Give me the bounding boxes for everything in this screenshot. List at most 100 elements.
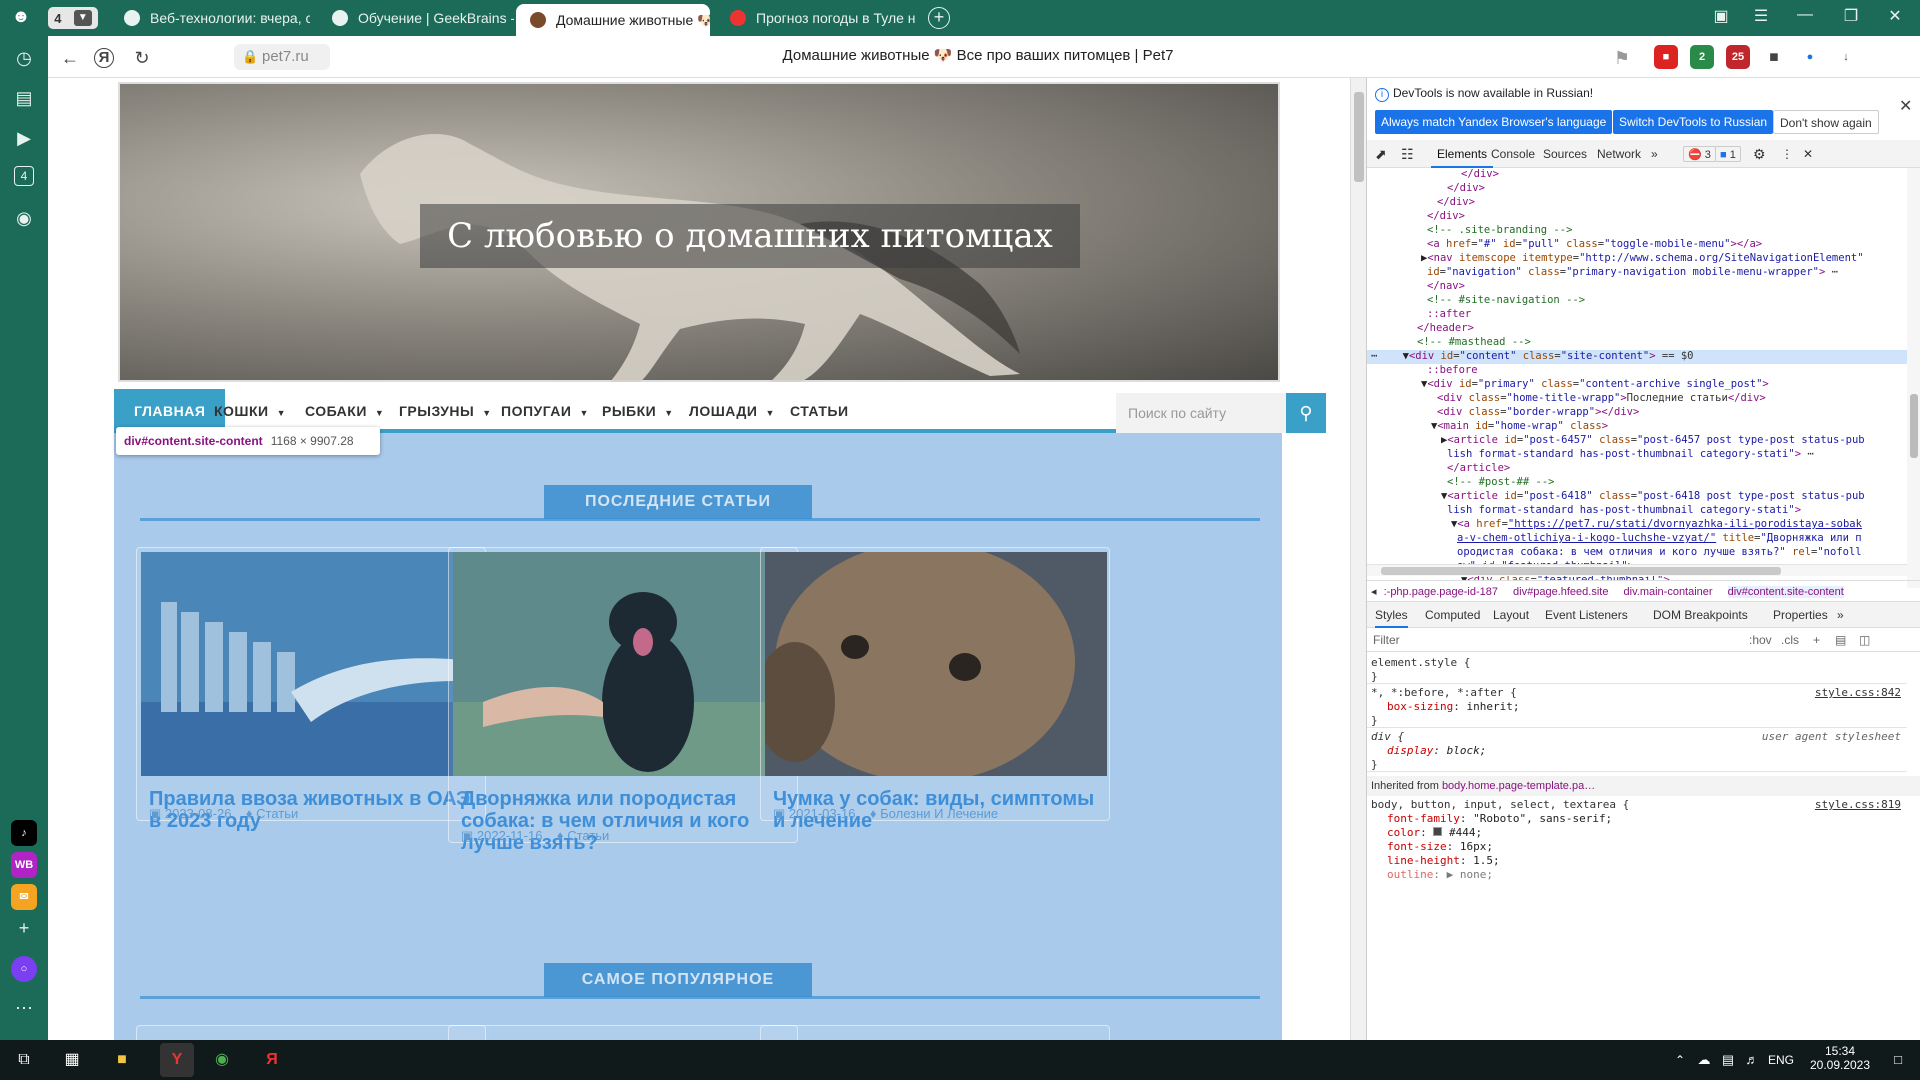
chrome-icon[interactable]: ◉ [210, 1048, 234, 1072]
breadcrumb-item[interactable]: div.main-container [1624, 586, 1713, 598]
tab-properties[interactable]: Properties [1773, 602, 1828, 628]
menu-item-parrots[interactable]: ПОПУГАИ ▼ [501, 389, 589, 433]
scrollbar-thumb[interactable] [1381, 567, 1781, 575]
close-icon[interactable]: ✕ [1899, 96, 1912, 116]
tab-geekbrains[interactable]: Обучение | GeekBrains - о [318, 4, 514, 32]
article-title[interactable]: Дворняжка или породистая собака: в чем о… [461, 788, 791, 854]
sync-icon[interactable]: ● [1798, 45, 1822, 69]
settings-icon[interactable]: ⚙ [1753, 140, 1766, 168]
mail-icon[interactable]: ✉ [11, 884, 37, 910]
alice-icon[interactable]: ○ [11, 956, 37, 982]
tiktok-icon[interactable]: ♪ [11, 820, 37, 846]
menu-item-fish[interactable]: РЫБКИ ▼ [602, 389, 674, 433]
onedrive-icon[interactable]: ☁ [1692, 1048, 1716, 1072]
language-indicator[interactable]: ENG [1768, 1053, 1794, 1067]
more-icon[interactable]: ⋯ [12, 996, 36, 1020]
elements-hscrollbar[interactable] [1367, 564, 1907, 576]
add-rule-icon[interactable]: + [1813, 628, 1820, 652]
hov-toggle[interactable]: :hov [1749, 628, 1772, 652]
bookmark-icon[interactable]: ⚑ [1610, 46, 1634, 70]
scrollbar-thumb[interactable] [1910, 394, 1918, 458]
tab-styles[interactable]: Styles [1375, 602, 1408, 628]
tab-web-tech[interactable]: Веб-технологии: вчера, се [110, 4, 310, 32]
tab-sources[interactable]: Sources [1543, 140, 1587, 168]
switch-russian-button[interactable]: Switch DevTools to Russian [1613, 110, 1774, 134]
yandex-browser-icon[interactable]: Y [160, 1043, 194, 1077]
reload-icon[interactable]: ↻ [130, 46, 154, 70]
new-tab-button[interactable]: + [928, 7, 950, 29]
chevron-left-icon[interactable]: ◂ [1371, 586, 1377, 598]
tab-console[interactable]: Console [1491, 140, 1535, 168]
site-search-input[interactable]: Поиск по сайту [1116, 393, 1286, 433]
tab-network[interactable]: Network [1597, 140, 1641, 168]
kebab-icon[interactable]: ⋮ [1781, 140, 1793, 168]
article-card[interactable]: Правила ввоза животных в ОАЭ в 2023 году… [136, 547, 486, 832]
popular-card[interactable] [448, 1025, 798, 1040]
adblock-icon[interactable]: ■ [1654, 45, 1678, 69]
inherited-element[interactable]: body.home.page-template.pa… [1442, 780, 1595, 792]
menu-item-horses[interactable]: ЛОШАДИ ▼ [689, 389, 775, 433]
rule-source[interactable]: style.css:842 [1815, 686, 1901, 700]
device-toolbar-icon[interactable]: ☷ [1401, 140, 1414, 168]
tray-up-icon[interactable]: ⌃ [1668, 1048, 1692, 1072]
notifications-icon[interactable]: □ [1886, 1048, 1910, 1072]
article-category[interactable]: Статьи [256, 806, 298, 821]
tab-weather[interactable]: Прогноз погоды в Туле на [716, 4, 916, 32]
add-icon[interactable]: + [12, 916, 36, 940]
profile-icon[interactable]: ☻ [8, 6, 34, 30]
search-button[interactable]: ⚲ [1286, 393, 1326, 433]
elements-scrollbar[interactable] [1907, 168, 1920, 588]
cls-toggle[interactable]: .cls [1781, 628, 1799, 652]
tab-layout[interactable]: Layout [1493, 602, 1529, 628]
back-icon[interactable]: ← [58, 46, 82, 70]
scrollbar-thumb[interactable] [1354, 92, 1364, 182]
more-tabs-icon[interactable]: » [1837, 602, 1844, 628]
task-view-icon[interactable]: ▦ [60, 1048, 84, 1072]
page-scrollbar[interactable] [1350, 78, 1366, 1040]
tab-elements[interactable]: Elements [1431, 140, 1494, 168]
styles-filter[interactable]: Filter :hov .cls + ▤ ◫ [1367, 628, 1920, 652]
windows-start-icon[interactable]: ⧉ [12, 1048, 36, 1072]
tabs-count-icon[interactable]: 4 [14, 166, 34, 186]
network-icon[interactable]: ▤ [1716, 1048, 1740, 1072]
article-category[interactable]: Статьи [567, 828, 609, 843]
menu-icon[interactable]: ☰ [1746, 6, 1776, 26]
extension-badge-icon[interactable]: 2 [1690, 45, 1714, 69]
yandex-icon[interactable]: Я [260, 1048, 284, 1072]
breadcrumb-item-current[interactable]: div#content.site-content [1727, 586, 1844, 598]
url-field[interactable]: 🔒 pet7.ru [234, 44, 330, 70]
close-devtools-icon[interactable]: ✕ [1803, 140, 1813, 168]
paint-icon[interactable]: ▤ [1835, 628, 1846, 652]
screenshot-icon[interactable]: ◉ [12, 206, 36, 230]
downloads-icon[interactable]: ↓ [1834, 45, 1858, 69]
play-icon[interactable]: ▶ [12, 126, 36, 150]
yandex-icon[interactable]: Я [94, 48, 114, 68]
errors-badge[interactable]: ⛔ 3 [1683, 146, 1716, 162]
tab-count-button[interactable]: 4 ▼ [48, 7, 98, 29]
wildberries-icon[interactable]: WB [11, 852, 37, 878]
tab-dom-breakpoints[interactable]: DOM Breakpoints [1653, 602, 1748, 628]
inspect-icon[interactable]: ⬈ [1375, 140, 1387, 168]
messages-badge[interactable]: ■ 1 [1715, 146, 1741, 162]
article-card[interactable]: Дворняжка или породистая собака: в чем о… [448, 547, 798, 854]
close-window-icon[interactable]: ✕ [1880, 6, 1910, 26]
minimize-icon[interactable]: — [1790, 6, 1820, 24]
collections-icon[interactable]: ▤ [12, 86, 36, 110]
article-card[interactable]: Чумка у собак: виды, симптомы и лечение … [760, 547, 1110, 832]
article-category[interactable]: Болезни И Лечение [880, 806, 998, 821]
history-icon[interactable]: ◷ [12, 46, 36, 70]
sidebar-toggle-icon[interactable]: ◫ [1859, 628, 1870, 652]
bookmark-panel-icon[interactable]: ▣ [1706, 6, 1736, 26]
menu-item-rodents[interactable]: ГРЫЗУНЫ ▼ [399, 389, 492, 433]
clock[interactable]: 15:34 20.09.2023 [1806, 1044, 1874, 1072]
breadcrumb-item[interactable]: div#page.hfeed.site [1513, 586, 1608, 598]
menu-item-articles[interactable]: СТАТЬИ [790, 389, 849, 433]
tab-computed[interactable]: Computed [1425, 602, 1480, 628]
match-language-button[interactable]: Always match Yandex Browser's language [1375, 110, 1613, 134]
extensions-icon[interactable]: ◼ [1762, 45, 1786, 69]
more-tabs-icon[interactable]: » [1651, 140, 1658, 168]
tab-event-listeners[interactable]: Event Listeners [1545, 602, 1628, 628]
dont-show-button[interactable]: Don't show again [1773, 110, 1879, 134]
popular-card[interactable] [760, 1025, 1110, 1040]
tab-pet7[interactable]: Домашние животные 🐶 ✕ [516, 4, 710, 36]
